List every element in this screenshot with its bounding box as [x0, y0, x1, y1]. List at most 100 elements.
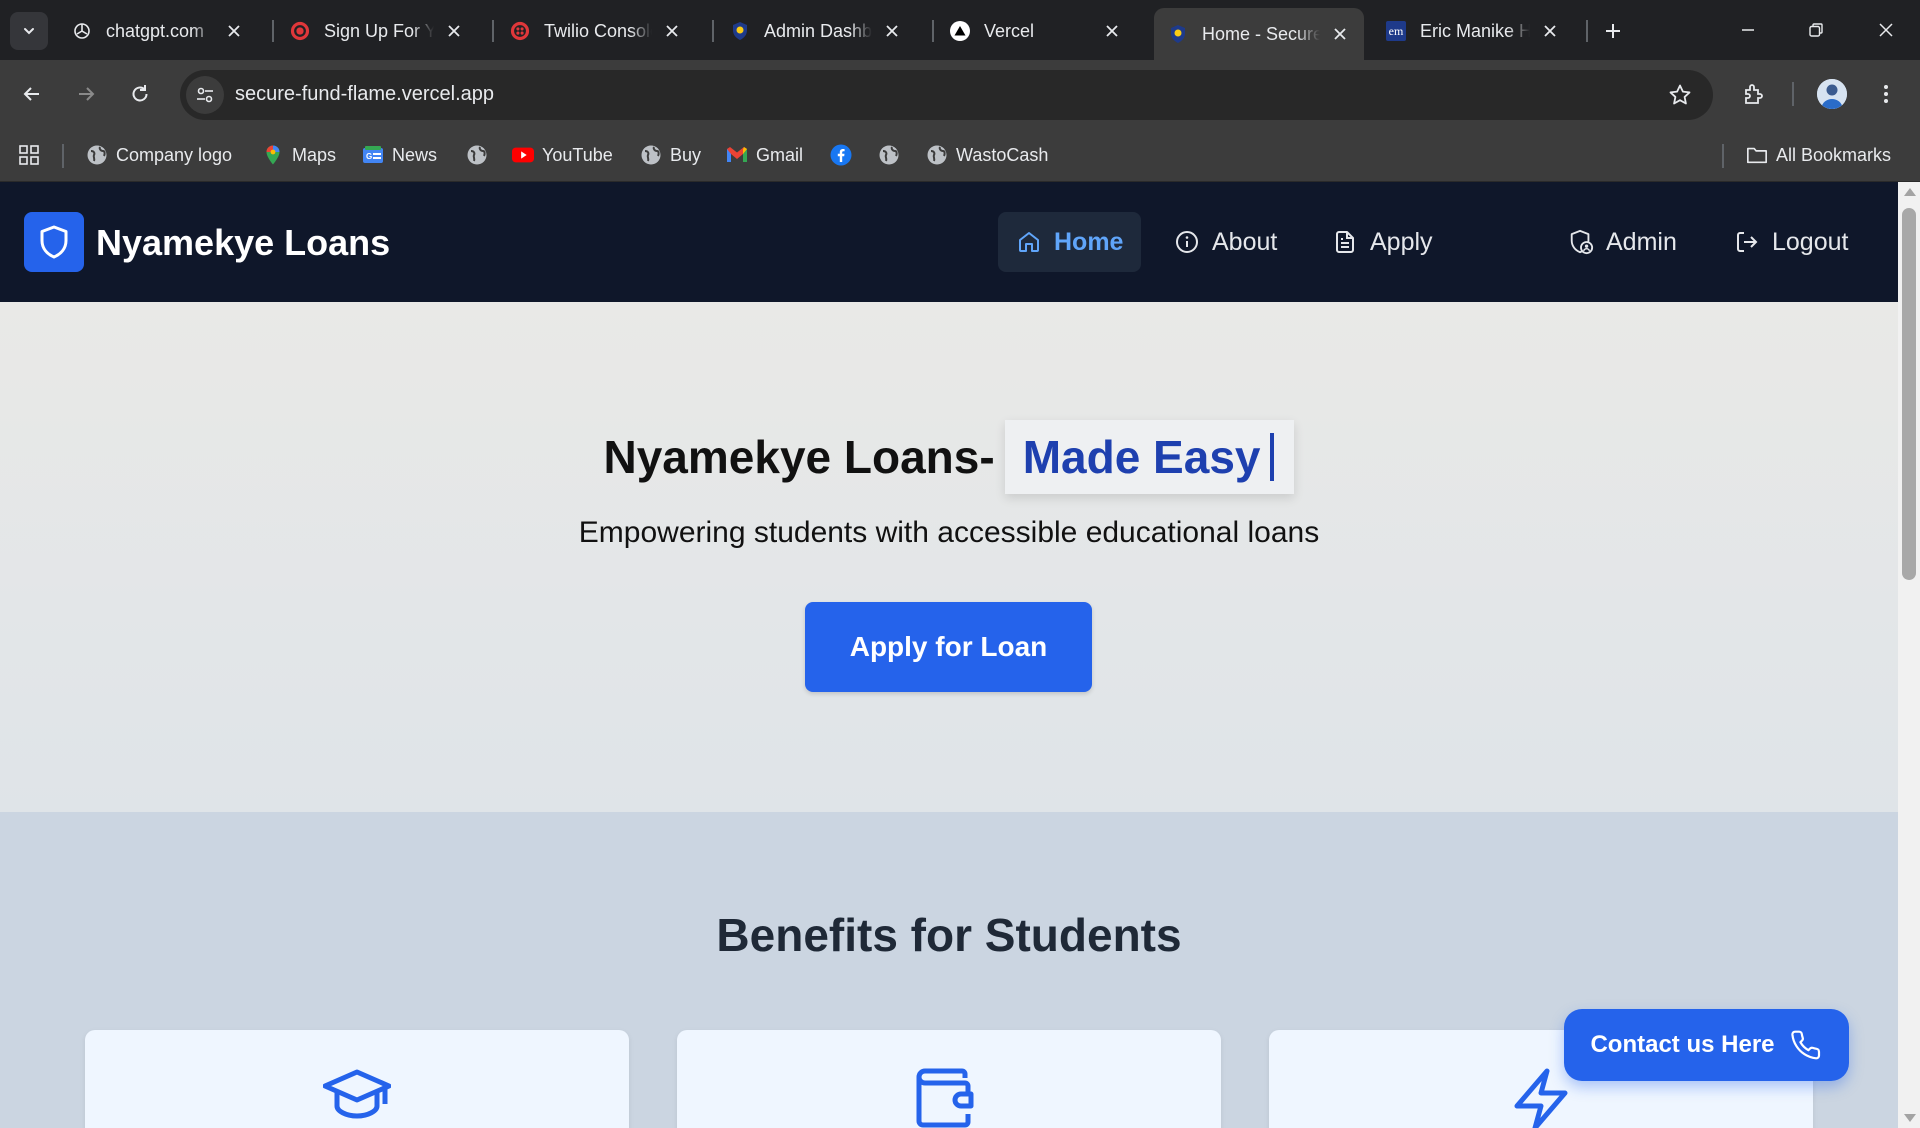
em-icon-text: em [1388, 23, 1404, 38]
apps-button[interactable] [18, 140, 40, 170]
arrow-left-icon [23, 87, 39, 101]
nav-logout[interactable]: Logout [1716, 212, 1866, 272]
browser-tab[interactable]: em Eric Manike Hub [1372, 10, 1574, 52]
all-bookmarks-button[interactable]: All Bookmarks [1746, 140, 1891, 170]
close-icon[interactable] [222, 19, 246, 43]
more-vert-icon [1884, 85, 1888, 103]
tab-divider [932, 20, 934, 42]
info-icon [1174, 229, 1200, 255]
bookmarks-divider [62, 144, 64, 168]
nav-label: Home [1054, 227, 1124, 256]
close-window-button[interactable] [1858, 8, 1914, 52]
browser-tab-active[interactable]: Home - Secure [1154, 8, 1364, 60]
tab-title: Twilio Console [544, 20, 652, 41]
address-bar[interactable]: secure-fund-flame.vercel.app [180, 70, 1713, 120]
facebook-icon [830, 144, 852, 166]
bookmark-label: YouTube [542, 144, 613, 165]
close-icon[interactable] [442, 19, 466, 43]
em-icon: em [1386, 21, 1406, 41]
site-info-button[interactable] [186, 76, 224, 114]
tab-divider [492, 20, 494, 42]
scroll-up-arrow[interactable] [1904, 188, 1916, 196]
tab-title: Sign Up For Your [324, 20, 434, 41]
nav-about[interactable]: About [1156, 212, 1295, 272]
target-icon [290, 21, 310, 41]
minimize-button[interactable] [1720, 8, 1776, 52]
forward-button[interactable] [66, 74, 106, 114]
browser-tab[interactable]: Twilio Console [496, 10, 696, 52]
browser-tab[interactable]: Sign Up For Your [276, 10, 478, 52]
bookmark-globe[interactable] [878, 140, 908, 170]
bookmark-label: Buy [670, 144, 702, 165]
extensions-button[interactable] [1734, 74, 1774, 114]
page-viewport: Nyamekye Loans Home About Apply Admin Lo… [0, 182, 1898, 1128]
close-icon[interactable] [1328, 22, 1352, 46]
typewriter-text: Made Easy [1022, 431, 1261, 483]
bookmark-star-button[interactable] [1665, 80, 1695, 110]
star-icon [1669, 84, 1691, 105]
tab-title: Home - Secure [1202, 23, 1320, 44]
browser-tab[interactable]: Vercel [936, 10, 1136, 52]
logo[interactable] [24, 212, 84, 272]
hero-subtitle: Empowering students with accessible educ… [578, 516, 1320, 549]
home-icon [1016, 229, 1042, 255]
file-text-icon [1332, 229, 1358, 255]
browser-toolbar: secure-fund-flame.vercel.app [0, 60, 1920, 128]
reload-button[interactable] [120, 74, 160, 114]
nav-apply[interactable]: Apply [1314, 212, 1451, 272]
apps-grid-icon [18, 144, 40, 166]
nav-admin[interactable]: Admin [1550, 212, 1695, 272]
restore-button[interactable] [1788, 8, 1844, 52]
nav-home[interactable]: Home [998, 212, 1142, 272]
close-icon[interactable] [1100, 19, 1124, 43]
all-bookmarks-label: All Bookmarks [1776, 144, 1892, 165]
folder-icon [1746, 144, 1768, 166]
menu-button[interactable] [1866, 74, 1906, 114]
url-text[interactable]: secure-fund-flame.vercel.app [235, 83, 494, 106]
scroll-down-arrow[interactable] [1904, 1114, 1916, 1122]
page-scrollbar[interactable] [1898, 182, 1920, 1128]
puzzle-icon [1745, 84, 1763, 104]
shield-favicon-icon [730, 21, 750, 41]
vercel-icon [950, 21, 970, 41]
typewriter-box: Made Easy [1004, 420, 1295, 494]
new-tab-button[interactable] [1596, 14, 1630, 48]
bookmark-buy[interactable]: Buy [640, 140, 701, 170]
bookmark-company-logo[interactable]: Company logo [86, 140, 232, 170]
tab-divider [712, 20, 714, 42]
bookmark-globe[interactable] [466, 140, 496, 170]
chevron-down-icon [24, 28, 34, 35]
bookmark-wastocash[interactable]: WastoCash [926, 140, 1048, 170]
apply-for-loan-button[interactable]: Apply for Loan [805, 602, 1092, 692]
globe-icon [926, 144, 948, 166]
browser-tab[interactable]: Admin Dashboard [716, 10, 916, 52]
scroll-thumb[interactable] [1902, 208, 1916, 580]
twilio-icon [510, 21, 530, 41]
contact-us-button[interactable]: Contact us Here [1564, 1009, 1849, 1081]
arrow-right-icon [79, 87, 95, 101]
svg-text:G: G [366, 152, 372, 161]
close-icon[interactable] [660, 19, 684, 43]
bookmarks-bar: Company logo Maps G News YouTube Buy Gma… [0, 128, 1920, 182]
nav-label: Admin [1606, 227, 1677, 256]
nav-label: Logout [1772, 227, 1849, 256]
logout-icon [1734, 229, 1760, 255]
close-icon[interactable] [1538, 19, 1562, 43]
bookmark-youtube[interactable]: YouTube [512, 140, 613, 170]
restore-icon [1809, 23, 1823, 37]
profile-avatar[interactable] [1817, 79, 1847, 109]
benefit-card [677, 1030, 1221, 1128]
bookmark-gmail[interactable]: Gmail [726, 140, 803, 170]
tab-title: Vercel [984, 20, 1035, 41]
bookmark-news[interactable]: G News [362, 140, 437, 170]
brand-name[interactable]: Nyamekye Loans [96, 222, 390, 264]
bookmark-maps[interactable]: Maps [262, 140, 336, 170]
bookmark-facebook[interactable] [830, 140, 860, 170]
tab-search-button[interactable] [10, 12, 48, 50]
back-button[interactable] [12, 74, 52, 114]
tab-title: Admin Dashboard [764, 20, 872, 41]
typing-cursor [1270, 433, 1275, 481]
close-icon[interactable] [880, 19, 904, 43]
bookmarks-divider [1722, 144, 1724, 168]
browser-tab[interactable]: chatgpt.com [58, 10, 258, 52]
